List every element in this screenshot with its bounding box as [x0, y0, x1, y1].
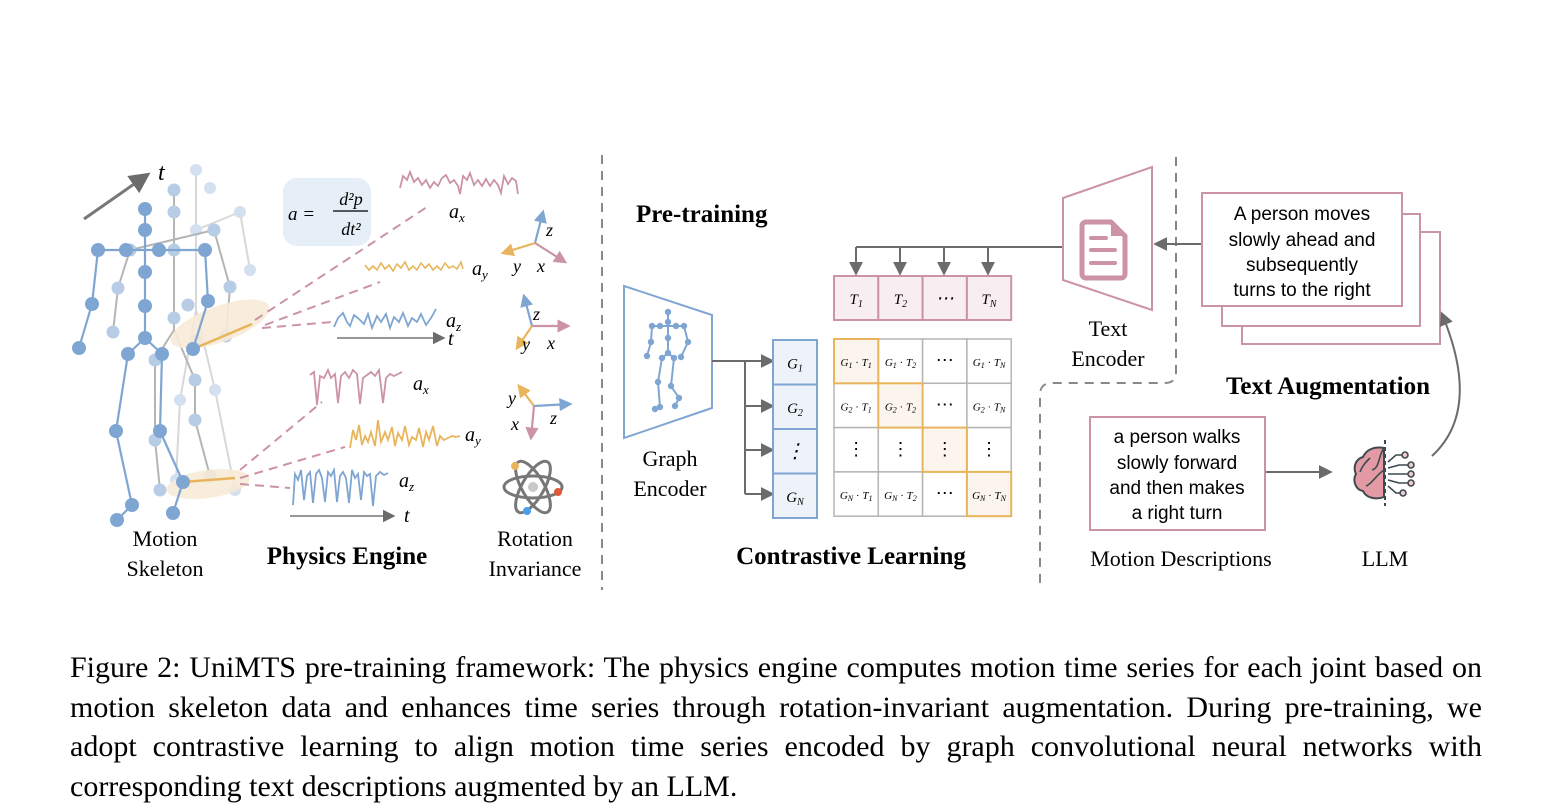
svg-text:ax: ax — [449, 201, 465, 225]
svg-text:slowly ahead and: slowly ahead and — [1229, 230, 1376, 251]
rotation-axes-1: z y x — [500, 209, 568, 276]
svg-text:slowly forward: slowly forward — [1117, 453, 1237, 474]
framework-diagram: t Motion Skeleton a = d²p dt² ax ay az t… — [72, 155, 1461, 590]
svg-text:ay: ay — [465, 424, 481, 448]
signal-ax-upper — [399, 169, 519, 197]
figure-caption: Figure 2: UniMTS pre-training framework:… — [70, 651, 1482, 803]
label-motion-skeleton-line1: Motion — [133, 526, 198, 551]
similarity-cell-label: GN · T1 — [840, 490, 873, 503]
svg-text:a right turn: a right turn — [1132, 503, 1223, 524]
svg-text:x: x — [510, 414, 519, 434]
text-encoder — [1062, 165, 1153, 312]
similarity-matrix: G1 · T1 G1 · T2 ⋯ G1 · TNG2 · T1 G2 · T2 ⋯ G2 … — [833, 338, 1013, 518]
similarity-cell-label: ⋮ — [847, 439, 865, 459]
label-physics-engine: Physics Engine — [267, 543, 427, 570]
text-embeddings-row: T1 T2 ⋯ TN — [833, 275, 1013, 321]
acceleration-formula: a = d²p dt² — [283, 178, 371, 246]
label-text-encoder-line1: Text — [1089, 316, 1128, 341]
atom-icon — [502, 459, 564, 515]
svg-text:d²p: d²p — [339, 189, 362, 209]
similarity-cell-label: ⋮ — [936, 439, 954, 459]
similarity-cell-label: G1 · T1 — [841, 357, 872, 370]
similarity-cell-label: G2 · T2 — [885, 401, 916, 414]
augmented-text-stack: A person moves slowly ahead and subseque… — [1201, 192, 1441, 345]
svg-text:t: t — [448, 328, 454, 350]
svg-text:a person walks: a person walks — [1114, 427, 1241, 448]
graph-to-embeddings-arrows — [712, 354, 775, 501]
svg-text:z: z — [545, 220, 553, 240]
projection-lines — [239, 204, 431, 489]
graph-embeddings-column: G1G2⋮GN — [772, 339, 818, 519]
svg-text:z: z — [549, 408, 557, 428]
title-pre-training: Pre-training — [636, 201, 768, 228]
signal-az-upper — [333, 308, 437, 331]
motion-description-card: a person walks slowly forward and then m… — [1089, 416, 1266, 531]
svg-text:y: y — [506, 388, 516, 408]
label-llm: LLM — [1362, 546, 1408, 571]
svg-text:x: x — [536, 256, 545, 276]
svg-text:y: y — [520, 334, 530, 354]
similarity-cell-label: G2 · T1 — [841, 401, 872, 414]
label-rotation-line1: Rotation — [497, 526, 573, 551]
rotation-axes-2: z y x — [515, 293, 571, 354]
svg-text:a =: a = — [288, 204, 315, 225]
similarity-cell-label: G1 · T2 — [885, 357, 916, 370]
graph-embedding-label: ⋮ — [785, 440, 805, 462]
label-graph-encoder-line2: Encoder — [633, 476, 707, 501]
svg-text:and then makes: and then makes — [1109, 478, 1244, 499]
svg-text:x: x — [546, 333, 555, 353]
skeleton-icon — [643, 308, 692, 413]
svg-text:t: t — [404, 505, 410, 527]
title-contrastive-learning: Contrastive Learning — [736, 543, 966, 570]
text-embedding-label: ⋯ — [936, 288, 954, 308]
text-to-embeddings-arrows — [849, 246, 1063, 276]
time-arrow-label: t — [158, 160, 166, 186]
svg-text:turns to the right: turns to the right — [1233, 280, 1371, 301]
signal-ay-lower — [349, 419, 461, 449]
label-text-encoder-line2: Encoder — [1071, 346, 1145, 371]
similarity-cell-label: ⋯ — [936, 483, 954, 503]
document-icon — [1079, 219, 1128, 281]
label-graph-encoder-line1: Graph — [643, 446, 698, 471]
svg-text:subsequently: subsequently — [1246, 255, 1358, 276]
similarity-cell-label: ⋮ — [980, 439, 998, 459]
svg-text:ay: ay — [472, 258, 488, 282]
rotation-axes-3: y z x — [506, 383, 573, 441]
similarity-cell-label: ⋯ — [936, 350, 954, 370]
signal-az-lower — [292, 466, 389, 507]
svg-text:A person moves: A person moves — [1234, 204, 1370, 225]
signal-ay-upper — [364, 259, 464, 273]
signals-lower: ax ay az t — [290, 367, 481, 527]
title-text-augmentation: Text Augmentation — [1226, 373, 1430, 400]
llm-brain-icon — [1353, 440, 1415, 506]
similarity-cell-label: GN · T2 — [884, 490, 917, 503]
svg-text:y: y — [511, 256, 521, 276]
similarity-cell-label: ⋮ — [891, 439, 909, 459]
label-rotation-line2: Invariance — [489, 556, 582, 581]
svg-text:z: z — [532, 304, 540, 324]
signal-ax-lower — [309, 367, 403, 406]
svg-text:az: az — [399, 470, 414, 494]
time-arrow-icon — [83, 172, 151, 221]
motion-skeleton-group: t Motion Skeleton — [72, 160, 270, 581]
label-motion-descriptions: Motion Descriptions — [1090, 546, 1272, 571]
similarity-cell-label: ⋯ — [936, 394, 954, 414]
label-motion-skeleton-line2: Skeleton — [127, 556, 204, 581]
svg-text:dt²: dt² — [341, 219, 361, 239]
svg-text:ax: ax — [413, 373, 429, 397]
graph-encoder — [623, 284, 713, 440]
